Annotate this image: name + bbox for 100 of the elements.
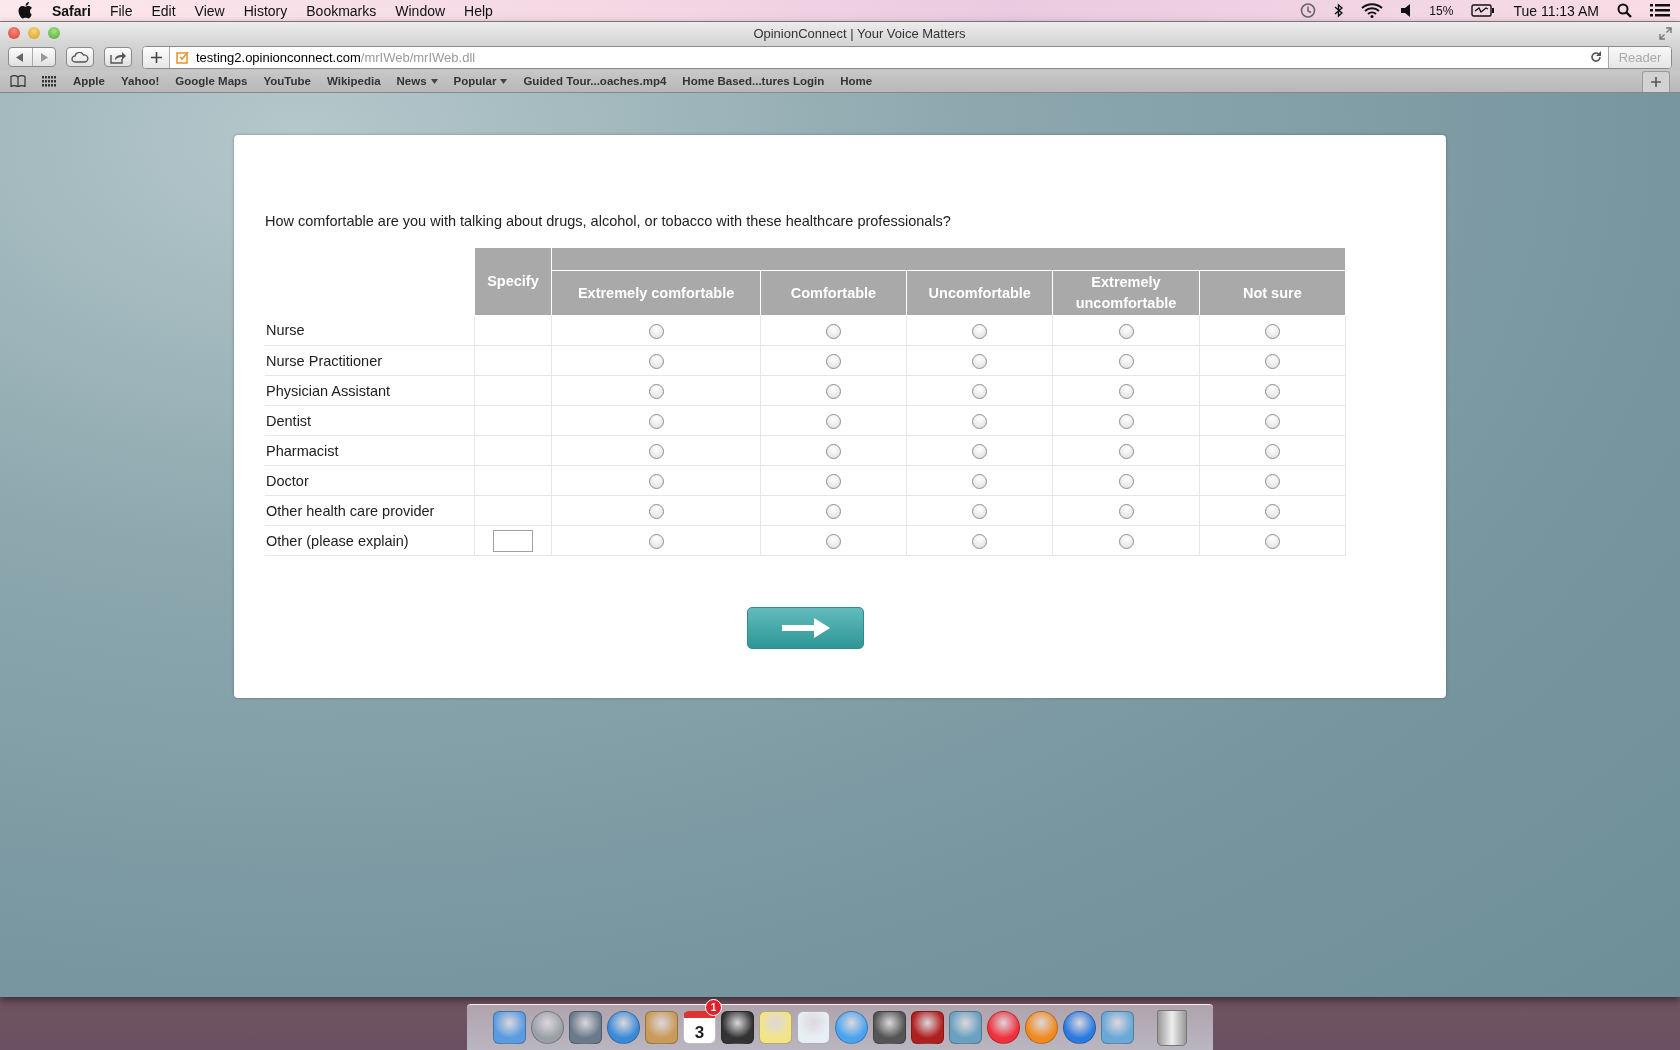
- column-header: Extremely comfortable: [551, 270, 761, 316]
- bookmark-menu[interactable]: Popular: [453, 75, 508, 87]
- menu-item[interactable]: File: [109, 2, 133, 19]
- menu-item[interactable]: Edit: [151, 2, 176, 19]
- radio-button[interactable]: [825, 383, 841, 399]
- column-header: Comfortable: [760, 270, 907, 316]
- radio-button[interactable]: [1264, 323, 1280, 339]
- radio-button[interactable]: [1264, 533, 1280, 549]
- radio-button[interactable]: [648, 383, 664, 399]
- radio-button[interactable]: [1118, 473, 1134, 489]
- bookmark-link[interactable]: Guided Tour...oaches.mp4: [523, 75, 667, 87]
- radio-button[interactable]: [972, 473, 988, 489]
- radio-button[interactable]: [648, 473, 664, 489]
- zoom-button[interactable]: [48, 27, 60, 39]
- column-header: Uncomfortable: [906, 270, 1053, 316]
- radio-button[interactable]: [1264, 503, 1280, 519]
- radio-button[interactable]: [825, 323, 841, 339]
- bookmark-link[interactable]: YouTube: [263, 75, 311, 87]
- row-label: Pharmacist: [266, 442, 339, 459]
- radio-button[interactable]: [1118, 533, 1134, 549]
- fullscreen-icon[interactable]: [1659, 26, 1672, 40]
- bluetooth-icon[interactable]: [1334, 3, 1344, 18]
- back-arrow-icon: [16, 52, 25, 62]
- menu-item[interactable]: Window: [395, 2, 446, 19]
- menu-item[interactable]: View: [194, 2, 225, 19]
- bookmark-link[interactable]: Home Based...tures Login: [682, 75, 825, 87]
- radio-button[interactable]: [972, 383, 988, 399]
- menu-item[interactable]: History: [243, 2, 288, 19]
- bookmark-link[interactable]: Home: [840, 75, 873, 87]
- radio-button[interactable]: [648, 533, 664, 549]
- app-icon[interactable]: [569, 1011, 602, 1044]
- notification-badge: 1: [705, 999, 722, 1016]
- radio-button[interactable]: [648, 503, 664, 519]
- dropdown-caret-icon: [430, 78, 438, 84]
- row-label: Doctor: [266, 472, 309, 489]
- new-tab-button[interactable]: [1642, 71, 1670, 92]
- battery-charging-icon[interactable]: [1471, 4, 1496, 17]
- radio-button[interactable]: [1118, 383, 1134, 399]
- radio-button[interactable]: [972, 413, 988, 429]
- bookmark-menu[interactable]: News: [396, 75, 438, 87]
- book-icon[interactable]: [10, 75, 26, 87]
- radio-button[interactable]: [1264, 353, 1280, 369]
- column-header: Extremely uncomfortable: [1052, 270, 1200, 316]
- minimize-button[interactable]: [28, 27, 40, 39]
- radio-button[interactable]: [825, 443, 841, 459]
- radio-button[interactable]: [1118, 443, 1134, 459]
- radio-button[interactable]: [825, 353, 841, 369]
- row-label: Physician Assistant: [266, 382, 391, 399]
- bookmark-link[interactable]: Google Maps: [175, 75, 248, 87]
- app-icon[interactable]: [911, 1011, 944, 1044]
- radio-button[interactable]: [825, 413, 841, 429]
- cloud-icon: [71, 51, 89, 63]
- bookmark-link[interactable]: Apple: [73, 75, 105, 87]
- row-label: Dentist: [266, 412, 312, 429]
- app-icon[interactable]: [721, 1011, 754, 1044]
- list-icon[interactable]: [1650, 3, 1670, 18]
- specify-input-field[interactable]: [492, 529, 533, 552]
- radio-button[interactable]: [648, 413, 664, 429]
- grid-icon[interactable]: [42, 75, 57, 87]
- radio-button[interactable]: [825, 533, 841, 549]
- clock-icon[interactable]: [1299, 2, 1317, 19]
- radio-button[interactable]: [825, 473, 841, 489]
- app-menu[interactable]: Safari: [52, 2, 91, 19]
- trash-icon[interactable]: [1157, 1010, 1187, 1046]
- next-button[interactable]: [747, 607, 864, 649]
- bookmark-link[interactable]: Yahoo!: [120, 75, 160, 87]
- radio-button[interactable]: [972, 323, 988, 339]
- forward-arrow-icon: [39, 52, 48, 62]
- column-header: Specify: [474, 248, 552, 316]
- apple-logo-icon[interactable]: [18, 2, 33, 19]
- radio-button[interactable]: [972, 503, 988, 519]
- calendar-app-icon[interactable]: 3: [683, 1011, 716, 1044]
- radio-button[interactable]: [1118, 353, 1134, 369]
- radio-button[interactable]: [648, 443, 664, 459]
- app-icon[interactable]: [873, 1011, 906, 1044]
- radio-button[interactable]: [1264, 413, 1280, 429]
- radio-button[interactable]: [972, 533, 988, 549]
- wifi-icon[interactable]: [1361, 3, 1384, 18]
- menu-item[interactable]: Bookmarks: [306, 2, 377, 19]
- close-button[interactable]: [8, 27, 20, 39]
- cloud-button[interactable]: [66, 47, 94, 67]
- share-button[interactable]: [104, 47, 132, 67]
- radio-button[interactable]: [648, 353, 664, 369]
- radio-button[interactable]: [825, 503, 841, 519]
- radio-button[interactable]: [972, 443, 988, 459]
- battery-percentage: 15%: [1429, 3, 1454, 18]
- speaker-icon[interactable]: [1401, 4, 1412, 17]
- radio-button[interactable]: [1264, 383, 1280, 399]
- radio-button[interactable]: [648, 323, 664, 339]
- radio-button[interactable]: [1118, 503, 1134, 519]
- app-icon[interactable]: [1063, 1011, 1096, 1044]
- search-icon[interactable]: [1617, 3, 1632, 18]
- menubar-clock[interactable]: Tue 11:13 AM: [1513, 2, 1599, 19]
- bookmark-link[interactable]: Wikipedia: [327, 75, 381, 87]
- radio-button[interactable]: [972, 353, 988, 369]
- menu-item[interactable]: Help: [464, 2, 493, 19]
- radio-button[interactable]: [1118, 323, 1134, 339]
- radio-button[interactable]: [1264, 443, 1280, 459]
- radio-button[interactable]: [1118, 413, 1134, 429]
- radio-button[interactable]: [1264, 473, 1280, 489]
